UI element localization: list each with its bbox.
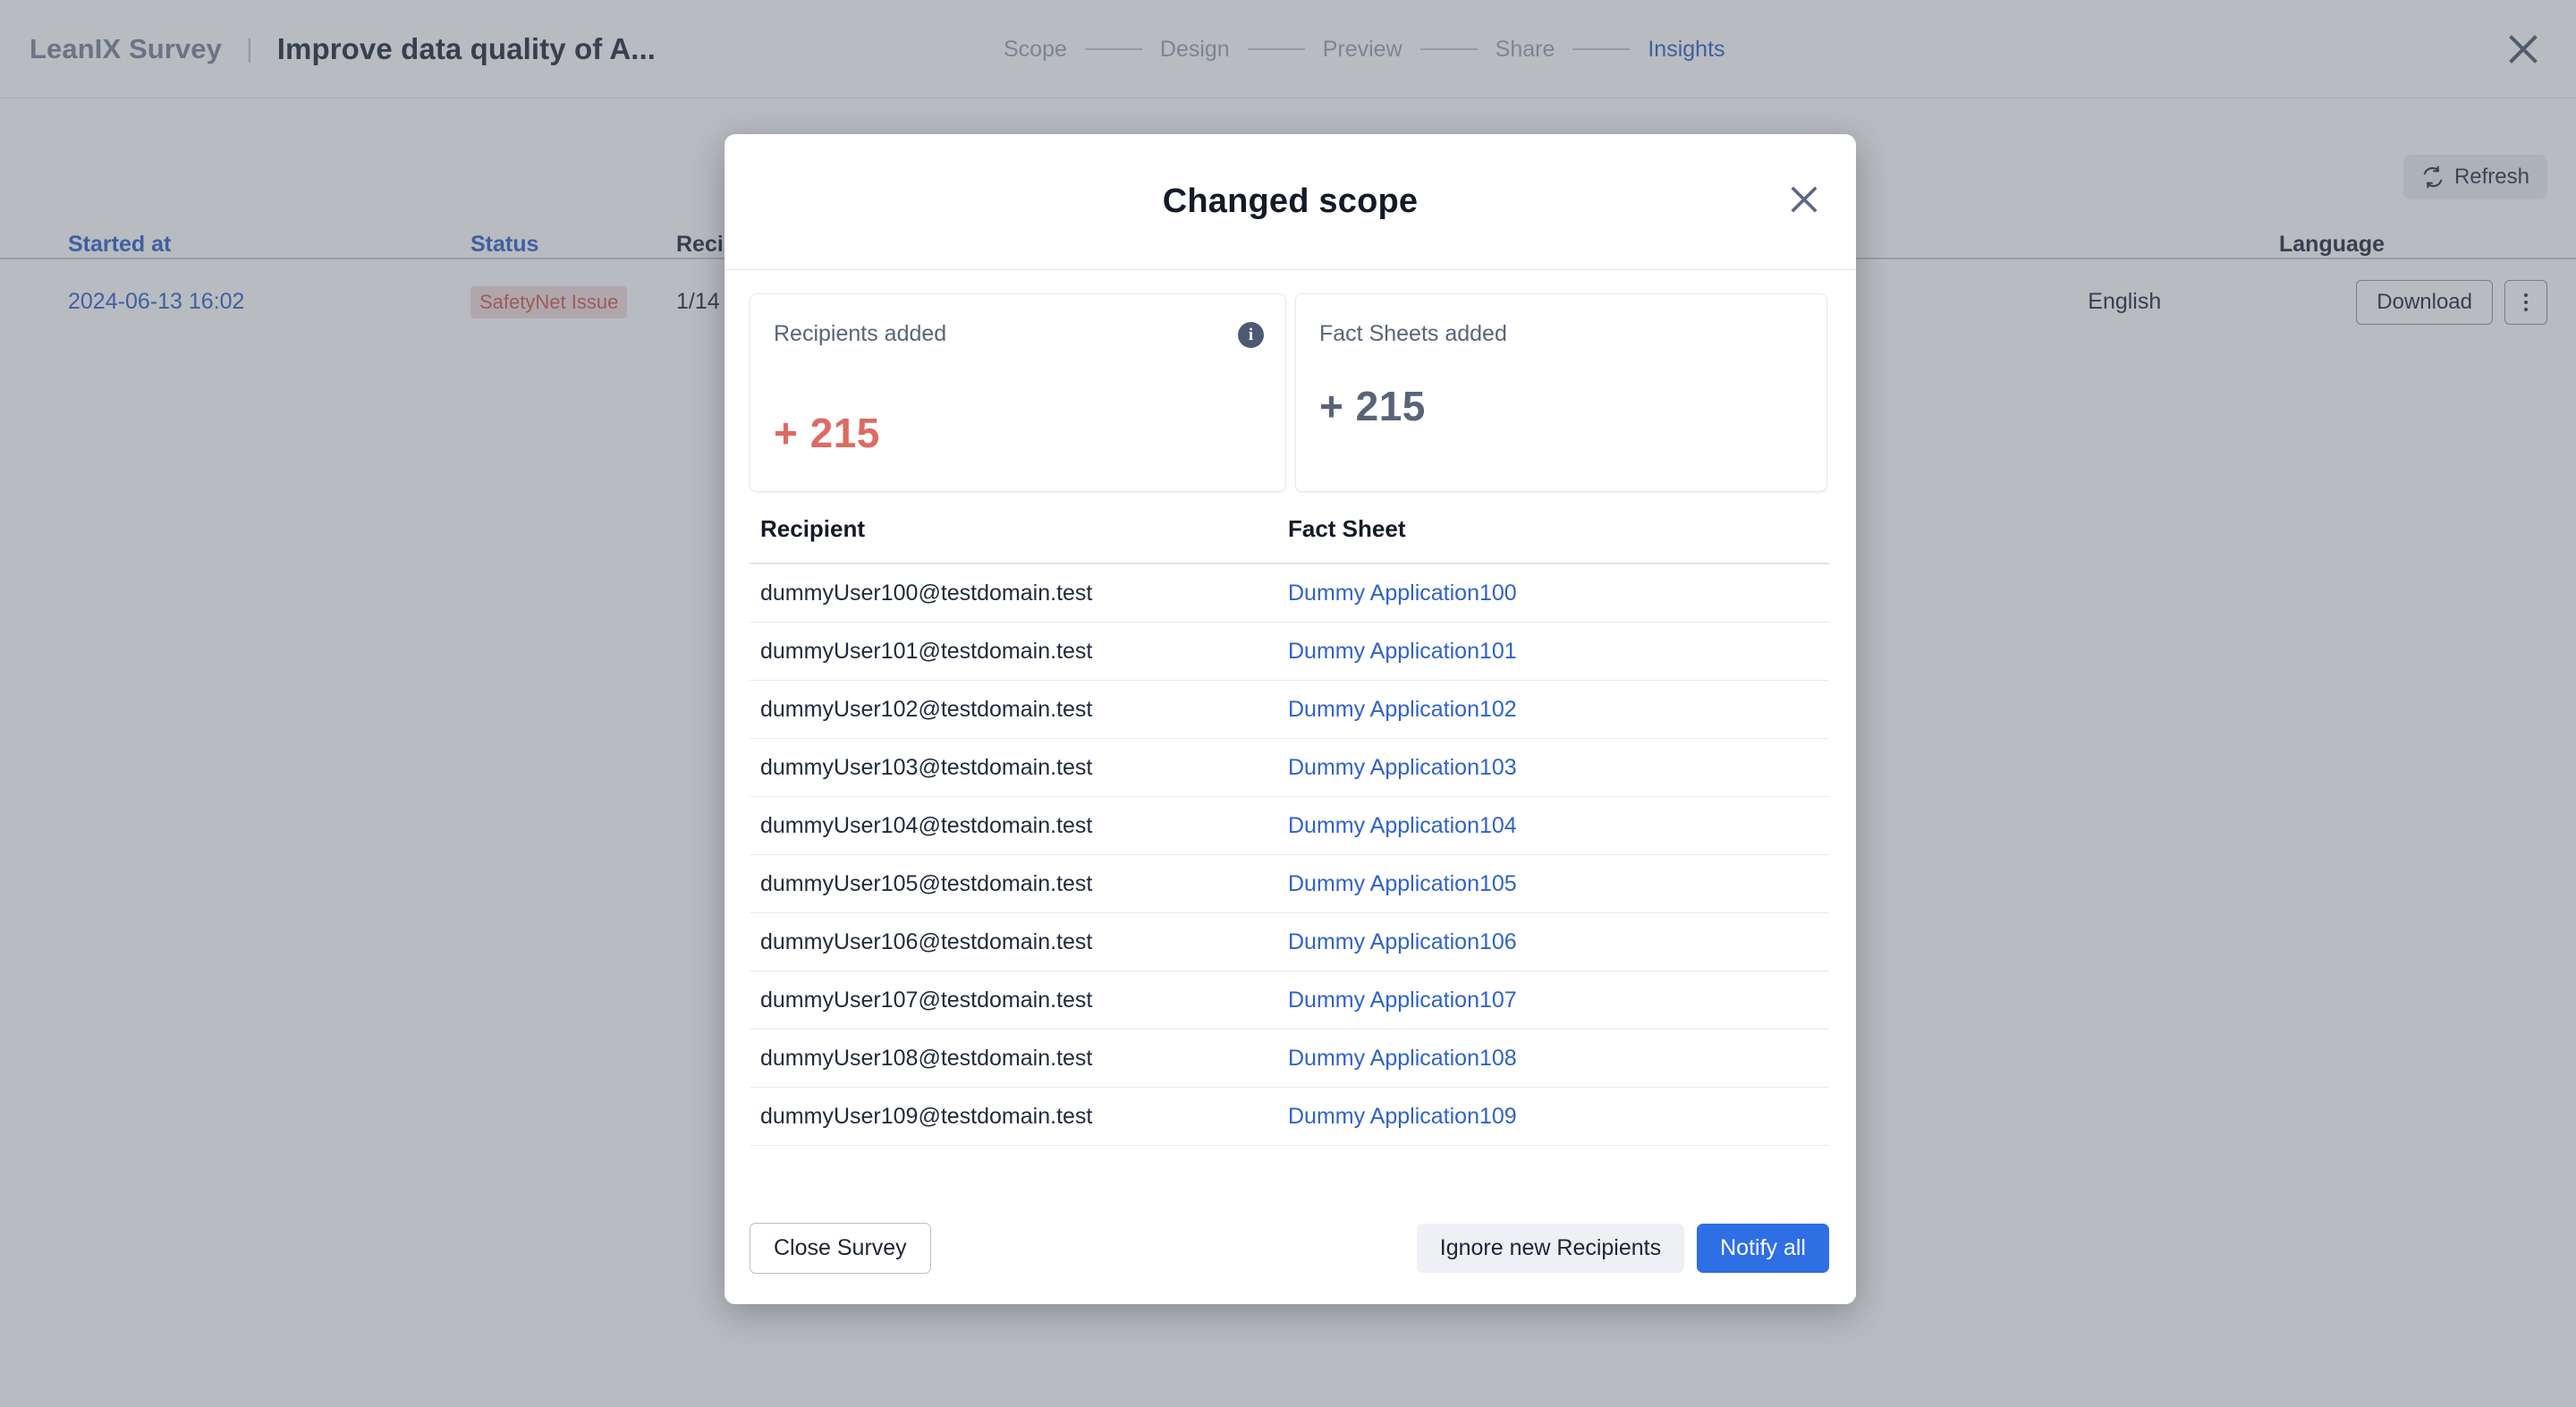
cell-recipient: dummyUser105@testdomain.test [760, 870, 1093, 896]
table-row: dummyUser108@testdomain.test Dummy Applic… [750, 1030, 1829, 1088]
notify-all-button[interactable]: Notify all [1697, 1223, 1829, 1273]
table-row: dummyUser106@testdomain.test Dummy Applic… [750, 913, 1829, 971]
cell-recipient: dummyUser101@testdomain.test [760, 638, 1093, 664]
cell-recipient: dummyUser106@testdomain.test [760, 928, 1093, 954]
modal-title: Changed scope [1162, 182, 1419, 220]
column-header-recipient: Recipient [760, 515, 866, 542]
stat-card-label: Fact Sheets added [1319, 321, 1507, 346]
cell-recipient: dummyUser102@testdomain.test [760, 696, 1093, 722]
info-icon[interactable]: i [1238, 322, 1264, 348]
modal-body: Recipients added i + 215 Fact Sheets add… [724, 270, 1856, 1191]
cell-fact-sheet-link[interactable]: Dummy Application108 [1288, 1046, 1829, 1072]
table-row: dummyUser103@testdomain.test Dummy Applic… [750, 739, 1829, 797]
cell-recipient: dummyUser100@testdomain.test [760, 580, 1093, 606]
table-row: dummyUser100@testdomain.test Dummy Applic… [750, 564, 1829, 623]
cell-fact-sheet-link[interactable]: Dummy Application107 [1288, 987, 1829, 1013]
cell-fact-sheet-link[interactable]: Dummy Application109 [1288, 1104, 1829, 1130]
table-row: dummyUser101@testdomain.test Dummy Applic… [750, 623, 1829, 681]
cell-fact-sheet-link[interactable]: Dummy Application104 [1288, 813, 1829, 839]
cell-fact-sheet-link[interactable]: Dummy Application105 [1288, 871, 1829, 897]
modal-close-button[interactable] [1779, 177, 1829, 227]
cell-fact-sheet-link[interactable]: Dummy Application106 [1288, 929, 1829, 955]
scope-change-summary: Recipients added i + 215 Fact Sheets add… [724, 270, 1856, 492]
table-row: dummyUser109@testdomain.test Dummy Applic… [750, 1088, 1829, 1146]
table-row: dummyUser107@testdomain.test Dummy Applic… [750, 971, 1829, 1030]
table-row: dummyUser104@testdomain.test Dummy Applic… [750, 797, 1829, 855]
cell-recipient: dummyUser104@testdomain.test [760, 812, 1093, 838]
close-survey-button[interactable]: Close Survey [750, 1222, 931, 1274]
cell-recipient: dummyUser108@testdomain.test [760, 1045, 1093, 1071]
table-row: dummyUser105@testdomain.test Dummy Applic… [750, 855, 1829, 913]
ignore-new-recipients-button[interactable]: Ignore new Recipients [1416, 1223, 1685, 1273]
table-row: dummyUser102@testdomain.test Dummy Applic… [750, 681, 1829, 739]
changed-scope-table-scroll-area[interactable]: Recipient Fact Sheet dummyUser100@testdo… [750, 515, 1829, 1182]
close-icon [1788, 183, 1820, 220]
cell-recipient: dummyUser103@testdomain.test [760, 754, 1093, 780]
stat-card-label: Recipients added [774, 321, 947, 346]
column-header-fact-sheet: Fact Sheet [1288, 515, 1406, 542]
stat-card-fact-sheets-added: Fact Sheets added + 215 [1295, 293, 1827, 492]
table-header-row: Recipient Fact Sheet [750, 515, 1829, 564]
cell-fact-sheet-link[interactable]: Dummy Application100 [1288, 581, 1829, 606]
modal-footer: Close Survey Ignore new Recipients Notif… [724, 1191, 1856, 1304]
cell-fact-sheet-link[interactable]: Dummy Application101 [1288, 639, 1829, 665]
stat-card-recipients-added: Recipients added i + 215 [750, 293, 1286, 492]
cell-fact-sheet-link[interactable]: Dummy Application103 [1288, 755, 1829, 781]
changed-scope-modal: Changed scope Recipients added i + 215 F… [724, 134, 1856, 1304]
cell-recipient: dummyUser109@testdomain.test [760, 1103, 1093, 1129]
modal-header: Changed scope [724, 134, 1856, 270]
stat-card-value: + 215 [1319, 383, 1426, 429]
footer-primary-actions: Ignore new Recipients Notify all [1416, 1223, 1829, 1273]
stat-card-value: + 215 [774, 410, 880, 456]
cell-fact-sheet-link[interactable]: Dummy Application102 [1288, 697, 1829, 723]
cell-recipient: dummyUser107@testdomain.test [760, 987, 1093, 1013]
changed-scope-table-body: dummyUser100@testdomain.test Dummy Applic… [750, 564, 1829, 1146]
